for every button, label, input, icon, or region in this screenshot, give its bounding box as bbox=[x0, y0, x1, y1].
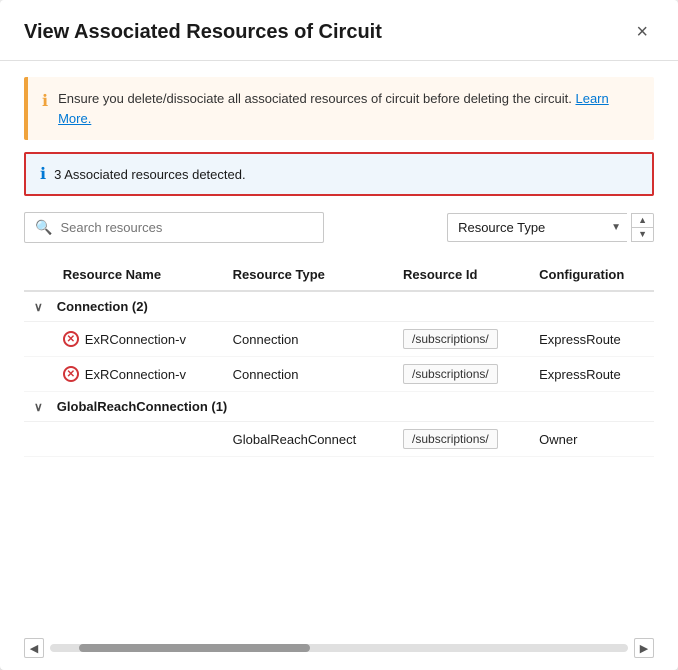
sort-buttons: ▲ ▼ bbox=[631, 213, 654, 242]
group-label: Connection (2) bbox=[53, 291, 654, 322]
controls-row: 🔍 Resource Type Connection GlobalReachCo… bbox=[0, 212, 678, 259]
error-icon: ✕ bbox=[63, 366, 79, 382]
col-resource-name: Resource Name bbox=[53, 259, 223, 291]
resource-id-cell: /subscriptions/ bbox=[393, 322, 529, 357]
col-resource-id: Resource Id bbox=[393, 259, 529, 291]
resource-id-pill: /subscriptions/ bbox=[403, 364, 498, 384]
row-indent bbox=[24, 422, 53, 457]
search-icon: 🔍 bbox=[35, 219, 52, 236]
resource-name-cell: ✕ ExRConnection-v bbox=[53, 357, 223, 392]
error-icon: ✕ bbox=[63, 331, 79, 347]
warning-icon: ℹ bbox=[42, 90, 48, 114]
search-box: 🔍 bbox=[24, 212, 324, 243]
resource-type-cell: Connection bbox=[223, 322, 393, 357]
col-configuration: Configuration bbox=[529, 259, 654, 291]
sort-descending-button[interactable]: ▼ bbox=[632, 228, 653, 241]
row-indent bbox=[24, 357, 53, 392]
resource-id-cell: /subscriptions/ bbox=[393, 422, 529, 457]
dialog-header: View Associated Resources of Circuit × bbox=[0, 0, 678, 61]
resources-table: Resource Name Resource Type Resource Id … bbox=[24, 259, 654, 457]
resource-type-cell: GlobalReachConnect bbox=[223, 422, 393, 457]
info-bar: ℹ 3 Associated resources detected. bbox=[24, 152, 654, 196]
warning-banner: ℹ Ensure you delete/dissociate all assoc… bbox=[24, 77, 654, 140]
resource-type-select[interactable]: Resource Type Connection GlobalReachConn… bbox=[447, 213, 627, 242]
resource-id-pill: /subscriptions/ bbox=[403, 329, 498, 349]
resource-name-cell bbox=[53, 422, 223, 457]
group-row: ∨ GlobalReachConnection (1) bbox=[24, 392, 654, 422]
info-icon: ℹ bbox=[40, 164, 46, 184]
filter-group: Resource Type Connection GlobalReachConn… bbox=[447, 213, 654, 242]
sort-ascending-button[interactable]: ▲ bbox=[632, 214, 653, 228]
row-indent bbox=[24, 322, 53, 357]
configuration-cell: Owner bbox=[529, 422, 654, 457]
resource-name: ExRConnection-v bbox=[85, 367, 186, 382]
resource-name: ExRConnection-v bbox=[85, 332, 186, 347]
resource-id-cell: /subscriptions/ bbox=[393, 357, 529, 392]
resource-name-cell: ✕ ExRConnection-v bbox=[53, 322, 223, 357]
resource-type-filter: Resource Type Connection GlobalReachConn… bbox=[447, 213, 627, 242]
dialog-body: ℹ Ensure you delete/dissociate all assoc… bbox=[0, 61, 678, 670]
table-container: Resource Name Resource Type Resource Id … bbox=[0, 259, 678, 630]
scroll-right-button[interactable]: ▶ bbox=[634, 638, 654, 658]
table-body: ∨ Connection (2) ✕ ExRConnection-v Conne… bbox=[24, 291, 654, 457]
group-expand[interactable]: ∨ bbox=[24, 392, 53, 422]
configuration-cell: ExpressRoute bbox=[529, 322, 654, 357]
resource-id-pill: /subscriptions/ bbox=[403, 429, 498, 449]
chevron-icon: ∨ bbox=[34, 300, 43, 314]
close-button[interactable]: × bbox=[630, 20, 654, 44]
configuration-cell: ExpressRoute bbox=[529, 357, 654, 392]
table-row: GlobalReachConnect /subscriptions/ Owner bbox=[24, 422, 654, 457]
group-expand[interactable]: ∨ bbox=[24, 291, 53, 322]
scroll-left-button[interactable]: ◀ bbox=[24, 638, 44, 658]
dialog-title: View Associated Resources of Circuit bbox=[24, 21, 382, 44]
scrollbar-track[interactable] bbox=[50, 644, 628, 652]
resource-type-cell: Connection bbox=[223, 357, 393, 392]
chevron-icon: ∨ bbox=[34, 400, 43, 414]
col-expand bbox=[24, 259, 53, 291]
table-row: ✕ ExRConnection-v Connection /subscripti… bbox=[24, 322, 654, 357]
search-input[interactable] bbox=[60, 220, 313, 235]
scrollbar-row: ◀ ▶ bbox=[0, 630, 678, 670]
dialog: View Associated Resources of Circuit × ℹ… bbox=[0, 0, 678, 670]
scrollbar-thumb bbox=[79, 644, 310, 652]
info-text: 3 Associated resources detected. bbox=[54, 167, 246, 182]
group-row: ∨ Connection (2) bbox=[24, 291, 654, 322]
col-resource-type: Resource Type bbox=[223, 259, 393, 291]
table-header-row: Resource Name Resource Type Resource Id … bbox=[24, 259, 654, 291]
table-row: ✕ ExRConnection-v Connection /subscripti… bbox=[24, 357, 654, 392]
warning-text: Ensure you delete/dissociate all associa… bbox=[58, 89, 640, 128]
group-label: GlobalReachConnection (1) bbox=[53, 392, 654, 422]
